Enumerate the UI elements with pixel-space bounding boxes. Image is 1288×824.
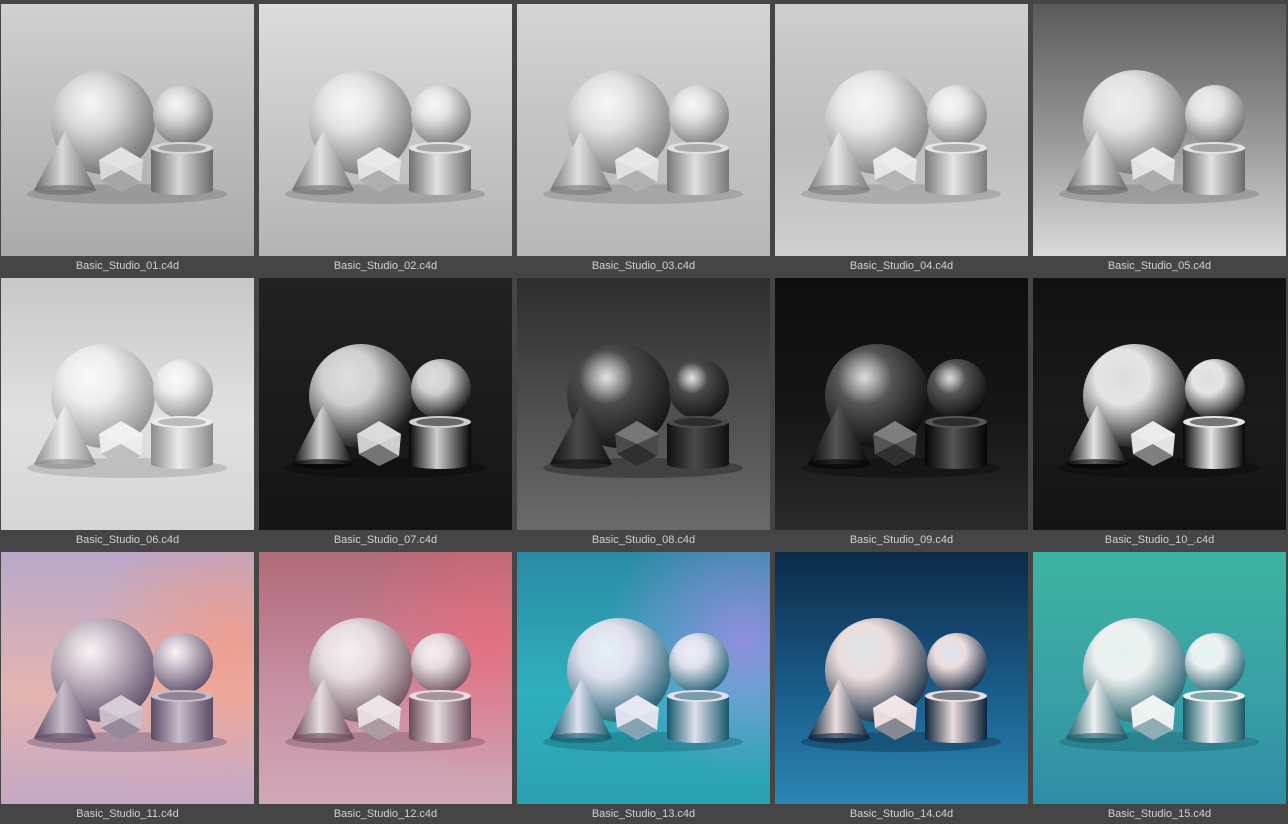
- render-preview-image: [1, 4, 254, 256]
- render-preview-image: [517, 278, 770, 530]
- file-name-label: Basic_Studio_12.c4d: [333, 808, 438, 820]
- file-name-label: Basic_Studio_06.c4d: [75, 534, 180, 546]
- file-thumbnail-item[interactable]: Basic_Studio_04.c4d: [775, 4, 1028, 276]
- file-name-label: Basic_Studio_01.c4d: [75, 260, 180, 272]
- file-name-label: Basic_Studio_11.c4d: [76, 808, 179, 820]
- file-thumbnail-item[interactable]: Basic_Studio_01.c4d: [1, 4, 254, 276]
- file-thumbnail-item[interactable]: Basic_Studio_05.c4d: [1033, 4, 1286, 276]
- file-name-label: Basic_Studio_08.c4d: [591, 534, 696, 546]
- file-thumbnail-item[interactable]: Basic_Studio_03.c4d: [517, 4, 770, 276]
- file-name-label: Basic_Studio_15.c4d: [1107, 808, 1212, 820]
- file-name-label: Basic_Studio_05.c4d: [1107, 260, 1212, 272]
- file-thumbnail-item[interactable]: Basic_Studio_09.c4d: [775, 278, 1028, 550]
- render-preview-image: [259, 278, 512, 530]
- render-preview-image: [259, 4, 512, 256]
- file-thumbnail-grid: Basic_Studio_01.c4d Basic_Studio_02.c4d Ba…: [0, 0, 1288, 820]
- file-name-label: Basic_Studio_02.c4d: [333, 260, 438, 272]
- file-thumbnail-item[interactable]: Basic_Studio_12.c4d: [259, 552, 512, 824]
- render-preview-image: [1033, 4, 1286, 256]
- render-preview-image: [775, 4, 1028, 256]
- file-name-label: Basic_Studio_04.c4d: [849, 260, 954, 272]
- file-name-label: Basic_Studio_10_.c4d: [1104, 534, 1215, 546]
- file-thumbnail-item[interactable]: Basic_Studio_11.c4d: [1, 552, 254, 824]
- render-preview-image: [775, 552, 1028, 804]
- file-thumbnail-item[interactable]: Basic_Studio_10_.c4d: [1033, 278, 1286, 550]
- file-thumbnail-item[interactable]: Basic_Studio_15.c4d: [1033, 552, 1286, 824]
- file-name-label: Basic_Studio_09.c4d: [849, 534, 954, 546]
- file-thumbnail-item[interactable]: Basic_Studio_06.c4d: [1, 278, 254, 550]
- file-name-label: Basic_Studio_13.c4d: [591, 808, 696, 820]
- render-preview-image: [259, 552, 512, 804]
- render-preview-image: [1033, 278, 1286, 530]
- file-name-label: Basic_Studio_14.c4d: [849, 808, 954, 820]
- render-preview-image: [1, 278, 254, 530]
- file-thumbnail-item[interactable]: Basic_Studio_02.c4d: [259, 4, 512, 276]
- render-preview-image: [1033, 552, 1286, 804]
- render-preview-image: [517, 552, 770, 804]
- file-name-label: Basic_Studio_03.c4d: [591, 260, 696, 272]
- render-preview-image: [517, 4, 770, 256]
- file-name-label: Basic_Studio_07.c4d: [333, 534, 438, 546]
- file-thumbnail-item[interactable]: Basic_Studio_13.c4d: [517, 552, 770, 824]
- render-preview-image: [1, 552, 254, 804]
- file-thumbnail-item[interactable]: Basic_Studio_08.c4d: [517, 278, 770, 550]
- file-thumbnail-item[interactable]: Basic_Studio_07.c4d: [259, 278, 512, 550]
- file-thumbnail-item[interactable]: Basic_Studio_14.c4d: [775, 552, 1028, 824]
- render-preview-image: [775, 278, 1028, 530]
